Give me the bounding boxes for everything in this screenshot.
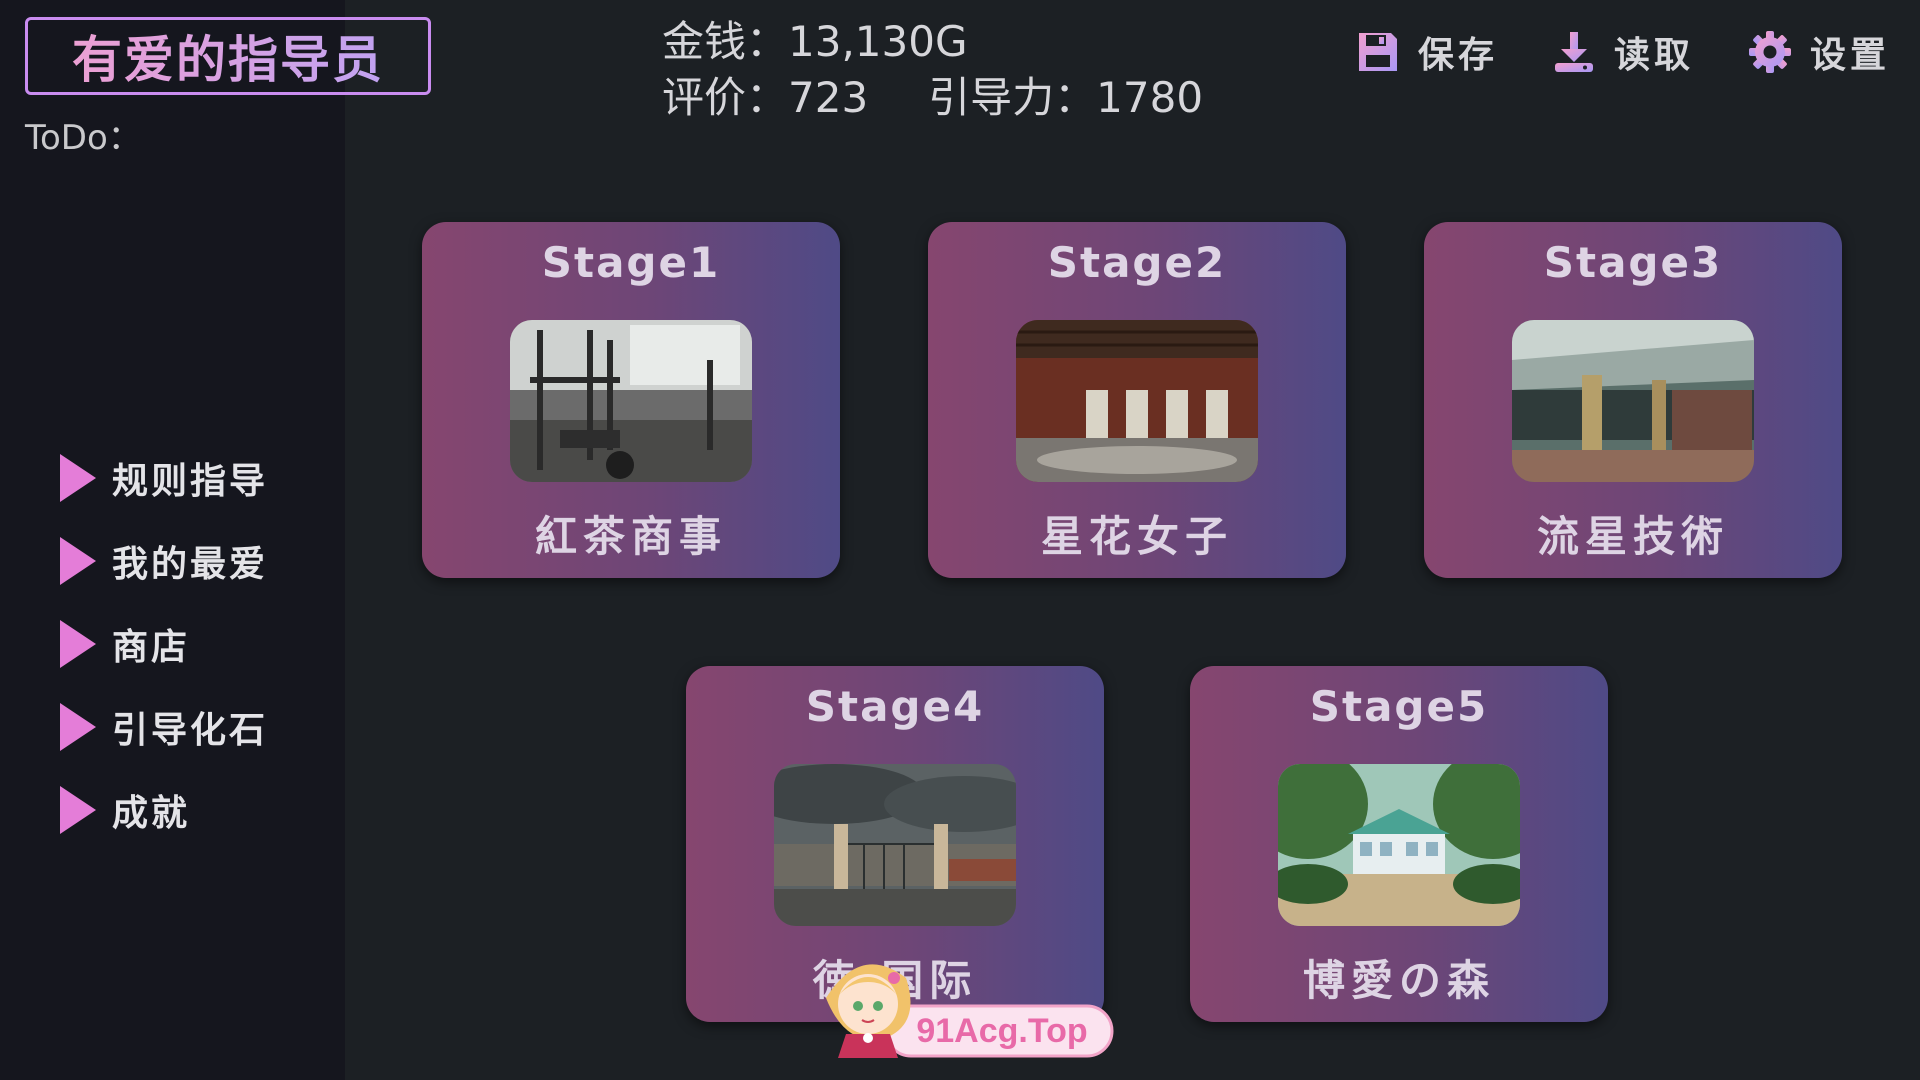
- sidebar-item-label: 我的最爱: [112, 543, 269, 585]
- gear-icon: [1746, 28, 1794, 76]
- play-arrow-icon: [60, 785, 96, 834]
- save-button[interactable]: 保存: [1354, 26, 1498, 78]
- stage-name: Stage4: [805, 682, 985, 731]
- save-label: 保存: [1417, 35, 1498, 76]
- sidebar-item-achievements[interactable]: 成就: [60, 768, 268, 851]
- sidebar-item-label: 商店: [112, 626, 191, 668]
- rating-value: 评价：723: [662, 73, 869, 122]
- sidebar-item-rules[interactable]: 规则指导: [60, 436, 268, 519]
- stage-card-3[interactable]: Stage3 流星技術: [1424, 222, 1842, 578]
- sidebar-item-shop[interactable]: 商店: [60, 602, 268, 685]
- watermark-text: 91Acg.Top: [916, 1012, 1087, 1050]
- sidebar-item-label: 引导化石: [112, 709, 269, 751]
- sidebar-menu: 规则指导 我的最爱 商店 引导化石 成就: [60, 436, 268, 851]
- stage-card-5[interactable]: Stage5 博愛の森: [1190, 666, 1608, 1022]
- stage-thumbnail-building-entrance: [1512, 320, 1754, 482]
- top-actions: 保存 读取 设置: [1302, 26, 1890, 78]
- stage-name: Stage3: [1543, 238, 1723, 287]
- sidebar-item-label: 规则指导: [112, 460, 269, 502]
- game-title: 有爱的指导员: [25, 17, 431, 95]
- stage-card-1[interactable]: Stage1 紅茶商事: [422, 222, 840, 578]
- sidebar-item-fossils[interactable]: 引导化石: [60, 685, 268, 768]
- stage-place: 博愛の森: [1302, 956, 1495, 1005]
- stage-thumbnail-forest-building: [1278, 764, 1520, 926]
- stage-name: Stage1: [541, 238, 721, 287]
- stage-name: Stage2: [1047, 238, 1227, 287]
- stage-place: 紅茶商事: [534, 512, 727, 561]
- settings-button[interactable]: 设置: [1746, 26, 1890, 78]
- player-stats: 金钱：13,130G 评价：723 引导力：1780: [662, 14, 1203, 126]
- stage-thumbnail-gate: [774, 764, 1016, 926]
- sidebar-item-label: 成就: [112, 792, 191, 834]
- stage-thumbnail-brick-hall: [1016, 320, 1258, 482]
- play-arrow-icon: [60, 619, 96, 668]
- money-value: 金钱：13,130G: [662, 17, 968, 66]
- sidebar-item-favorites[interactable]: 我的最爱: [60, 519, 268, 602]
- load-button[interactable]: 读取: [1550, 26, 1694, 78]
- todo-label: ToDo：: [25, 118, 142, 158]
- play-arrow-icon: [60, 536, 96, 585]
- play-arrow-icon: [60, 453, 96, 502]
- guidance-value: 引导力：1780: [928, 73, 1204, 122]
- download-icon: [1550, 28, 1598, 76]
- stage-card-2[interactable]: Stage2 星花女子: [928, 222, 1346, 578]
- stage-place: 星花女子: [1040, 512, 1233, 561]
- watermark: 91Acg.Top: [806, 938, 1120, 1060]
- save-icon: [1354, 28, 1402, 76]
- settings-label: 设置: [1809, 35, 1890, 76]
- load-label: 读取: [1613, 35, 1694, 76]
- stage-place: 流星技術: [1536, 512, 1729, 561]
- play-arrow-icon: [60, 702, 96, 751]
- stage-name: Stage5: [1309, 682, 1489, 731]
- stage-thumbnail-gym: [510, 320, 752, 482]
